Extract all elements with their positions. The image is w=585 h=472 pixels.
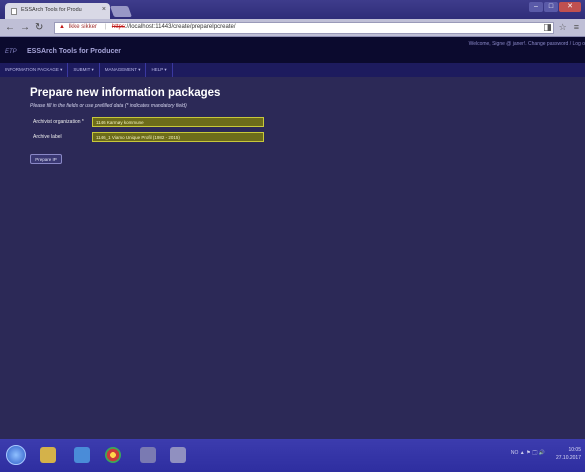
nav-management[interactable]: MANAGEMENT ▾ <box>100 63 147 77</box>
back-arrow-icon[interactable]: ← <box>5 22 15 34</box>
warning-icon: ▲ <box>59 24 65 30</box>
app-icon[interactable] <box>140 447 156 463</box>
nav-submit[interactable]: SUBMIT ▾ <box>68 63 100 77</box>
minimize-icon[interactable]: – <box>529 2 543 12</box>
window-titlebar: ESSArch Tools for Produ × – □ ✕ <box>0 0 585 19</box>
archivist-organization-label: Archivist organization * <box>33 119 84 125</box>
browser-menu-icon[interactable]: ≡ <box>574 22 579 33</box>
app-logo: ETP <box>5 49 17 55</box>
tab-close-icon[interactable]: × <box>102 6 106 13</box>
security-label: Ikke sikker <box>68 24 97 30</box>
clock-date: 27.10.2017 <box>555 455 581 461</box>
page-title: Prepare new information packages <box>30 87 221 99</box>
window-controls: – □ ✕ <box>529 2 581 13</box>
app-name: ESSArch Tools for Producer <box>27 48 121 55</box>
media-player-icon[interactable] <box>74 447 90 463</box>
windows-start-icon[interactable] <box>6 445 26 465</box>
nav-information-package[interactable]: INFORMATION PACKAGE ▾ <box>0 63 69 77</box>
clock[interactable]: 10:05 27.10.2017 <box>556 446 581 462</box>
archive-label-field[interactable]: 1146_1 Viamo Unique Profil (1982 - 2015) <box>92 132 264 142</box>
archivist-organization-row: Archivist organization * 1146 Karmøy kom… <box>30 117 266 129</box>
archive-label-row: Archive label 1146_1 Viamo Unique Profil… <box>30 132 266 144</box>
main-content: Prepare new information packages Please … <box>0 77 585 439</box>
browser-actions: ◨ ☆ ≡ <box>543 22 579 33</box>
main-nav: INFORMATION PACKAGE ▾ SUBMIT ▾ MANAGEMEN… <box>0 63 585 77</box>
page-favicon-icon <box>11 8 17 15</box>
url-input[interactable]: ▲ Ikke sikker | https://localhost:11443/… <box>54 22 554 34</box>
url-protocol: https <box>111 24 125 30</box>
app-header: ETP ESSArch Tools for Producer Welcome, … <box>0 37 585 63</box>
file-explorer-icon[interactable] <box>40 447 56 463</box>
translate-icon[interactable]: ◨ <box>543 22 552 33</box>
url-path: ://localhost:11443/create/prepareIpcreat… <box>124 24 236 30</box>
forward-arrow-icon[interactable]: → <box>20 22 30 34</box>
clock-time: 10:05 <box>568 447 581 453</box>
address-bar: ← → ↻ ▲ Ikke sikker | https://localhost:… <box>0 19 585 37</box>
new-tab-button[interactable] <box>109 6 133 17</box>
archive-label-label: Archive label <box>33 134 62 140</box>
reload-icon[interactable]: ↻ <box>35 22 43 34</box>
close-window-icon[interactable]: ✕ <box>559 2 581 12</box>
browser-tab[interactable]: ESSArch Tools for Produ × <box>5 3 110 19</box>
nav-help[interactable]: HELP ▾ <box>146 63 173 77</box>
tab-title: ESSArch Tools for Produ <box>21 7 82 13</box>
archivist-organization-field[interactable]: 1146 Karmøy kommune <box>92 117 264 127</box>
chrome-icon[interactable] <box>105 447 121 463</box>
prepare-ip-button[interactable]: Prepare IP <box>30 154 62 164</box>
app-icon-2[interactable] <box>170 447 186 463</box>
system-tray[interactable]: NO ▲ ⚑ 🗔 🔊 <box>511 450 545 458</box>
bookmark-star-icon[interactable]: ☆ <box>559 22 567 33</box>
user-menu[interactable]: Welcome, Signe @ janer!. Change password… <box>469 41 585 47</box>
url-separator: | <box>104 24 107 30</box>
maximize-icon[interactable]: □ <box>544 2 558 12</box>
page-subtitle: Please fill in the fields or use prefill… <box>30 103 187 109</box>
taskbar: NO ▲ ⚑ 🗔 🔊 10:05 27.10.2017 <box>0 439 585 472</box>
